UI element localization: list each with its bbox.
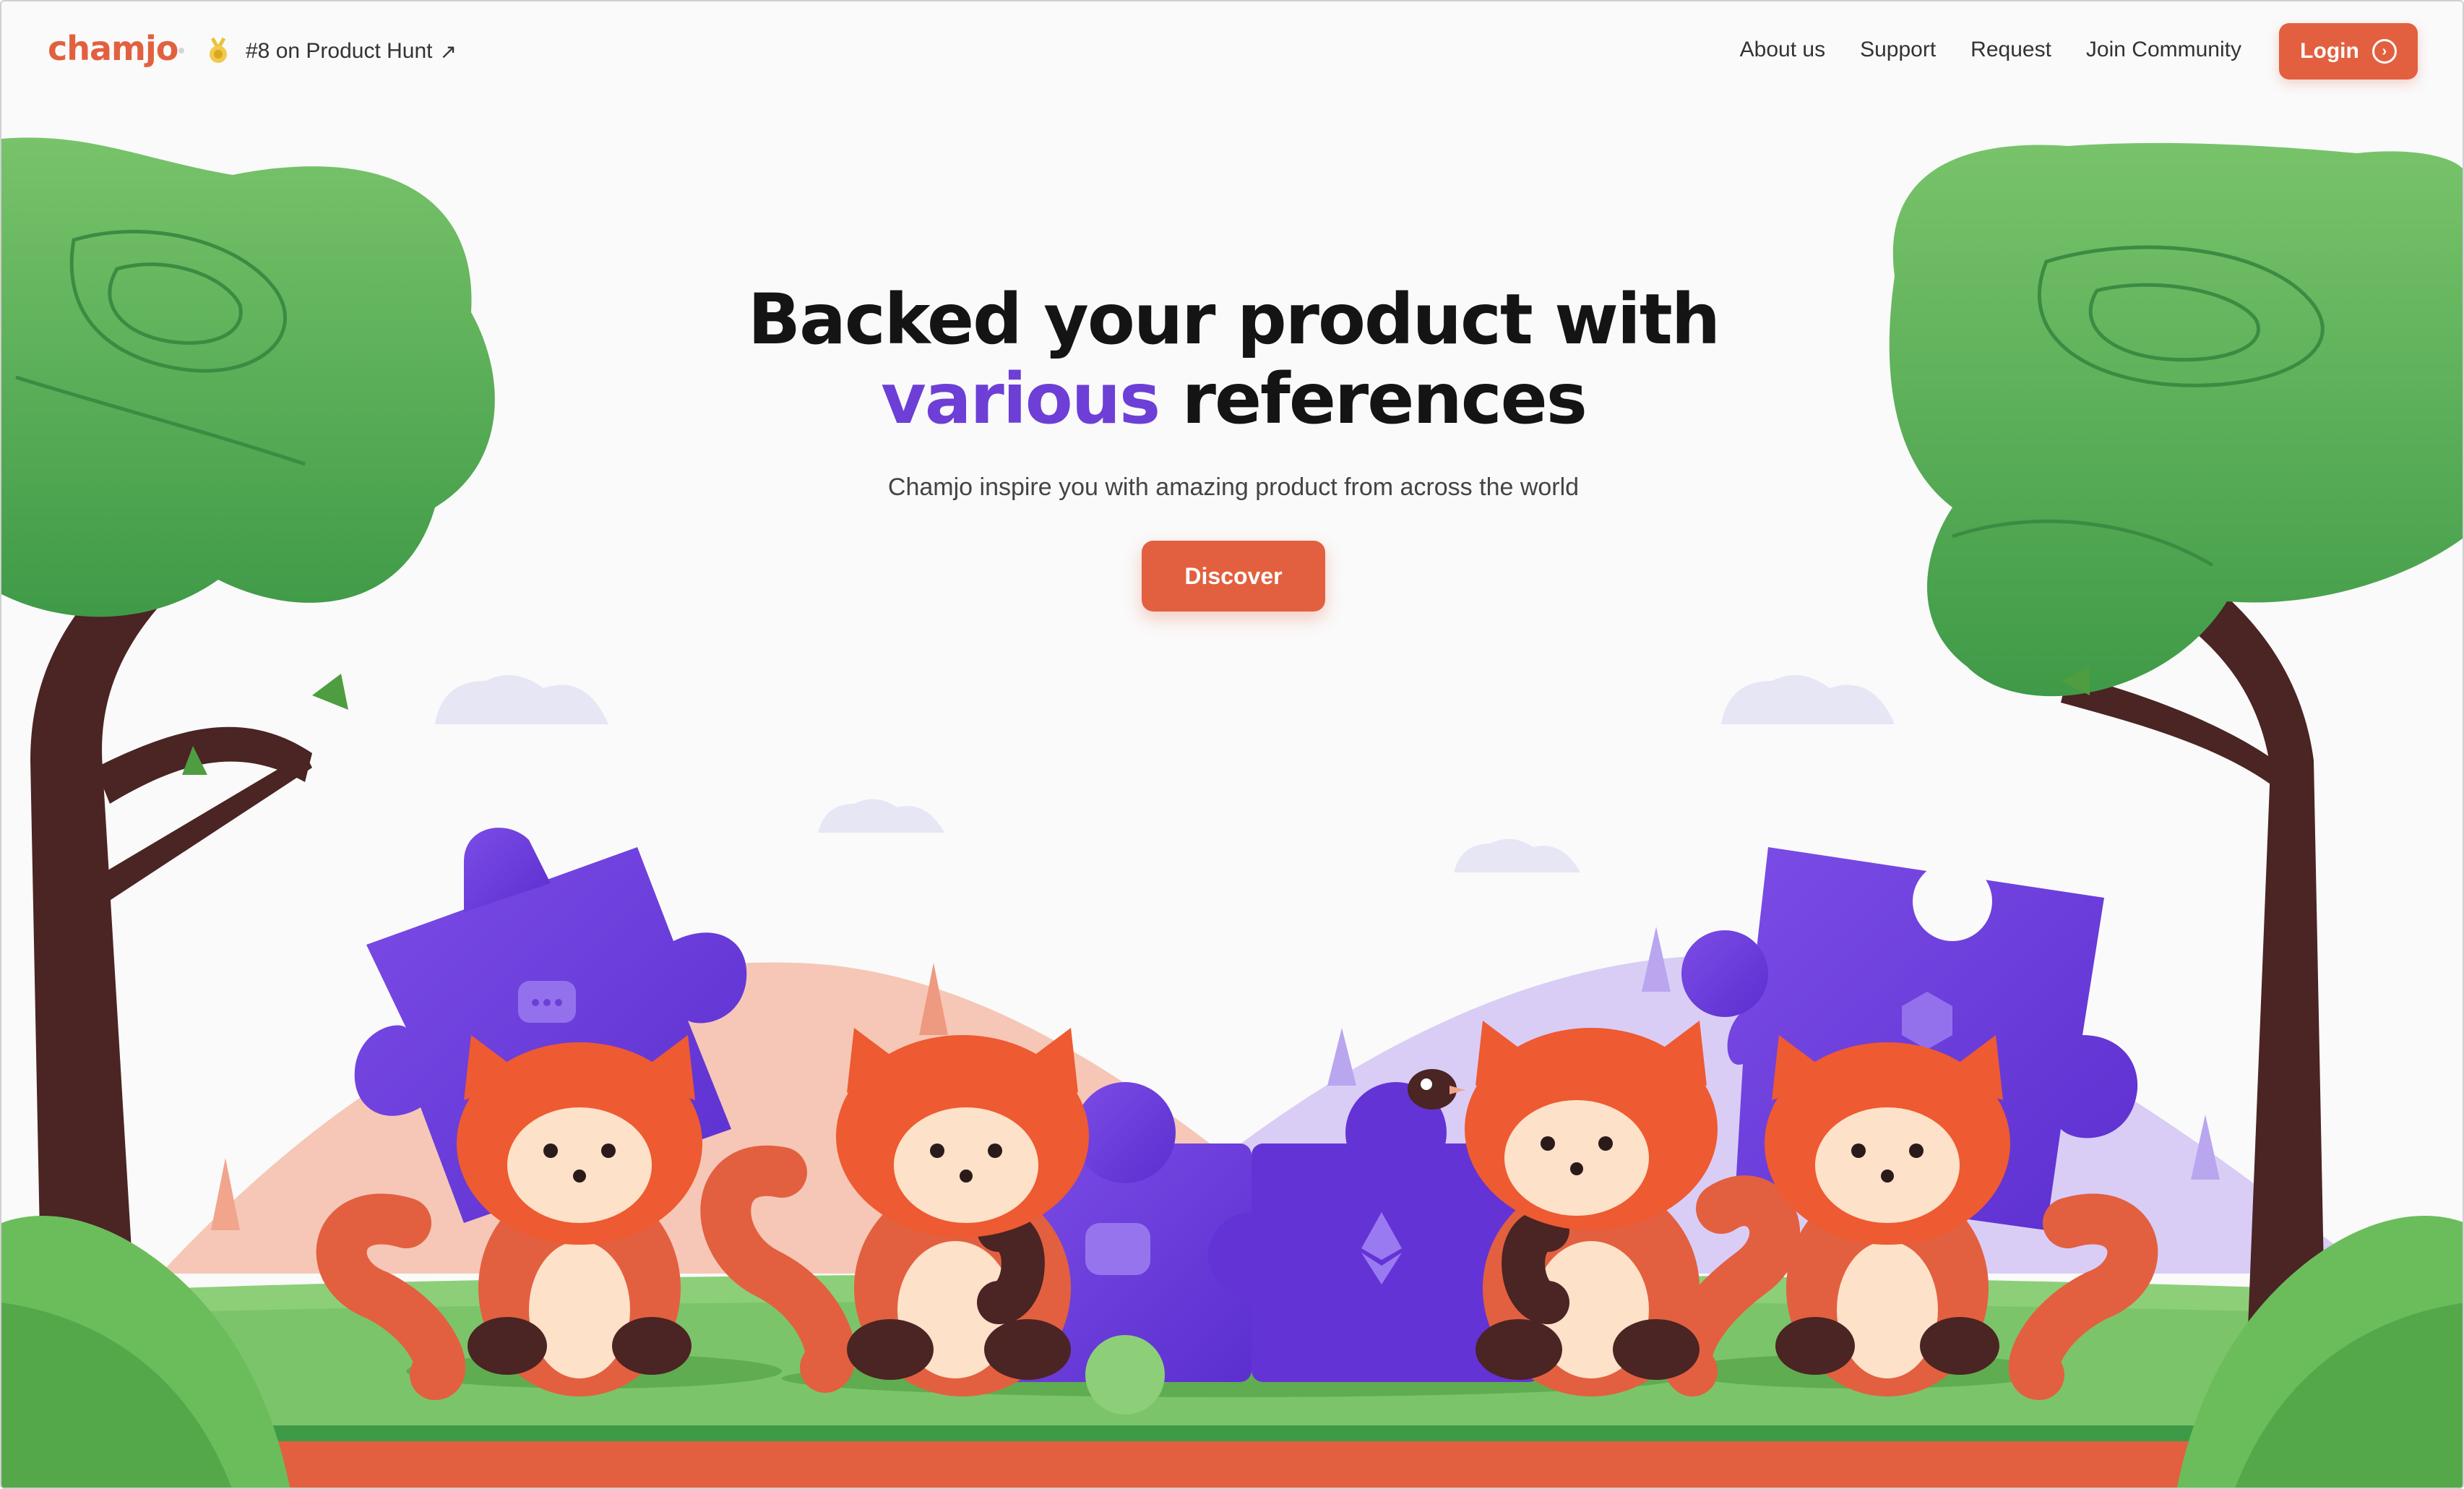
- page: chamjo #8 on Product Hunt ↗ About us Sup…: [0, 0, 2464, 1489]
- login-label: Login: [2300, 39, 2359, 63]
- product-hunt-text: #8 on Product Hunt: [246, 39, 433, 63]
- login-button[interactable]: Login ›: [2279, 23, 2418, 80]
- nav-link-support[interactable]: Support: [1860, 38, 1936, 62]
- top-nav: chamjo #8 on Product Hunt ↗ About us Sup…: [1, 1, 2463, 103]
- clouds: [435, 675, 1895, 872]
- logo[interactable]: chamjo: [48, 29, 178, 68]
- nav-link-join-community[interactable]: Join Community: [2086, 38, 2241, 62]
- layers-icon: [1085, 1223, 1150, 1275]
- hero-headline: Backed your product with various referen…: [1, 279, 2463, 439]
- separator-dot: [178, 48, 184, 53]
- hero-illustration: [1, 137, 2463, 1488]
- discover-button[interactable]: Discover: [1142, 541, 1325, 612]
- medal-icon: [210, 37, 227, 63]
- headline-accent-word: various: [881, 359, 1160, 439]
- chevron-right-circle-icon: ›: [2372, 39, 2397, 64]
- product-hunt-badge[interactable]: #8 on Product Hunt ↗: [202, 33, 457, 69]
- headline-line1: Backed your product with: [747, 279, 1720, 360]
- headline-rest: references: [1159, 359, 1588, 439]
- chat-bubble-icon: [518, 981, 576, 1023]
- external-link-arrow-icon: ↗: [439, 40, 457, 63]
- nav-link-about-us[interactable]: About us: [1740, 38, 1825, 62]
- hero-section: Backed your product with various referen…: [1, 279, 2463, 612]
- nav-link-request[interactable]: Request: [1970, 38, 2051, 62]
- hero-subtitle: Chamjo inspire you with amazing product …: [887, 473, 1580, 501]
- nav-links: About us Support Request Join Community: [1740, 38, 2241, 62]
